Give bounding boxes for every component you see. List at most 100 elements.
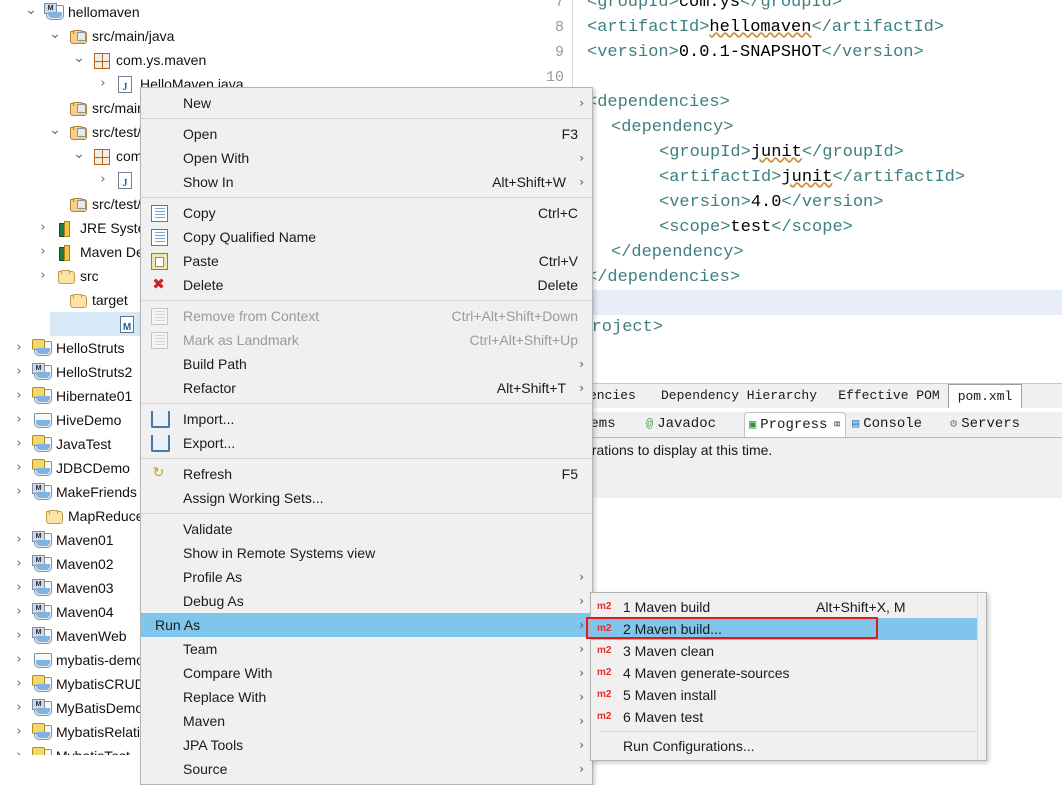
chevron-down-icon[interactable]: ⌄ xyxy=(72,144,86,164)
run-as-item-run-configurations[interactable]: Run Configurations... xyxy=(591,735,986,757)
code-line: <dependencies> xyxy=(587,90,1062,115)
menu-item-replace-with[interactable]: Replace With › xyxy=(169,685,592,709)
chevron-right-icon[interactable]: › xyxy=(12,408,26,432)
chevron-right-icon[interactable]: › xyxy=(12,720,26,744)
view-tab-javadoc[interactable]: @ Javadoc xyxy=(646,412,716,437)
run-as-item-3-maven-clean[interactable]: m2 3 Maven clean xyxy=(591,640,986,662)
form-tab-effective-pom[interactable]: Effective POM xyxy=(830,384,949,407)
chevron-right-icon[interactable]: › xyxy=(12,600,26,624)
package-icon xyxy=(94,53,110,69)
run-as-item-2-maven-build[interactable]: m2 2 Maven build... xyxy=(586,617,986,640)
menu-item-label: Replace With xyxy=(183,689,267,705)
chevron-right-icon[interactable]: › xyxy=(12,552,26,576)
menu-item-run-as[interactable]: Run As › xyxy=(141,613,592,637)
chevron-right-icon[interactable]: › xyxy=(12,456,26,480)
chevron-right-icon[interactable]: › xyxy=(12,696,26,720)
menu-item-export[interactable]: Export... xyxy=(151,431,592,455)
menu-item-delete[interactable]: ✖ Delete Delete xyxy=(152,273,592,297)
chevron-right-icon[interactable]: › xyxy=(12,336,26,360)
chevron-down-icon[interactable]: ⌄ xyxy=(24,0,38,20)
chevron-right-icon[interactable]: › xyxy=(12,432,26,456)
chevron-down-icon[interactable]: ⌄ xyxy=(48,24,62,44)
close-icon[interactable]: ⌧ xyxy=(833,418,840,432)
chevron-right-icon[interactable]: › xyxy=(36,240,50,264)
menu-item-refresh[interactable]: ↻ Refresh F5 xyxy=(153,462,592,486)
menu-item-open-with[interactable]: Open With › xyxy=(169,146,592,170)
project-context-menu[interactable]: New › Open F3 Open With › Show In Alt+Shift+W › C… xyxy=(140,87,593,785)
menu-item-shortcut: Delete xyxy=(537,277,578,293)
run-as-item-6-maven-test[interactable]: m2 6 Maven test xyxy=(591,706,986,728)
refresh-icon: ↻ xyxy=(152,465,165,481)
code-line: </dependency> xyxy=(611,240,1062,265)
menu-item-show-in[interactable]: Show In Alt+Shift+W › xyxy=(169,170,592,194)
chevron-right-icon[interactable]: › xyxy=(12,672,26,696)
menu-item-mark-as-landmark[interactable]: Mark as Landmark Ctrl+Alt+Shift+Up xyxy=(151,328,592,352)
run-as-item-5-maven-install[interactable]: m2 5 Maven install xyxy=(591,684,986,706)
console-icon: ▤ xyxy=(852,417,860,431)
tree-item-label: HelloStruts2 xyxy=(56,364,133,380)
chevron-right-icon[interactable]: › xyxy=(12,480,26,504)
tree-item-label: src/main/java xyxy=(92,28,175,44)
menu-item-label: Validate xyxy=(183,521,233,537)
menu-item-remove-from-context[interactable]: Remove from Context Ctrl+Alt+Shift+Down xyxy=(151,304,592,328)
run-as-submenu[interactable]: m2 1 Maven build Alt+Shift+X, M m2 2 Maven b… xyxy=(586,592,987,761)
code-token: </artifactId> xyxy=(811,18,945,37)
menu-item-compare-with[interactable]: Compare With › xyxy=(169,661,592,685)
code-token: </groupId> xyxy=(801,143,904,162)
run-as-item-1-maven-build[interactable]: m2 1 Maven build Alt+Shift+X, M xyxy=(591,596,986,618)
chevron-right-icon[interactable]: › xyxy=(12,648,26,672)
tree-item[interactable]: ⌄ com.ys.maven xyxy=(0,48,500,72)
menu-item-shortcut: Alt+Shift+W xyxy=(492,174,566,190)
menu-item-team[interactable]: Team › xyxy=(169,637,592,661)
menu-item-debug-as[interactable]: Debug As › xyxy=(169,589,592,613)
view-tab-servers[interactable]: ⚙ Servers xyxy=(950,412,1020,437)
menu-item-label: Refresh xyxy=(183,466,233,482)
menu-item-label: Compare With xyxy=(183,665,273,681)
chevron-right-icon[interactable]: › xyxy=(12,576,26,600)
menu-item-shortcut: Ctrl+Alt+Shift+Up xyxy=(469,332,578,348)
menu-item-refactor[interactable]: Refactor Alt+Shift+T › xyxy=(169,376,592,400)
menu-item-jpa-tools[interactable]: JPA Tools › xyxy=(169,733,592,757)
run-as-item-4-maven-generate-sources[interactable]: m2 4 Maven generate-sources xyxy=(591,662,986,684)
form-tab-dependency-hierarchy[interactable]: Dependency Hierarchy xyxy=(648,384,831,407)
chevron-right-icon[interactable]: › xyxy=(36,216,50,240)
editor-code-area[interactable]: <groupId>com.ys</groupId> <artifactId>hel… xyxy=(573,0,1062,380)
chevron-right-icon: › xyxy=(579,594,584,608)
chevron-right-icon[interactable]: › xyxy=(12,744,26,755)
chevron-right-icon[interactable]: › xyxy=(36,264,50,288)
chevron-right-icon[interactable]: › xyxy=(12,624,26,648)
menu-item-paste[interactable]: Paste Ctrl+V xyxy=(151,249,592,273)
chevron-right-icon[interactable]: › xyxy=(96,168,110,192)
menu-item-source[interactable]: Source › xyxy=(169,757,592,781)
chevron-right-icon[interactable]: › xyxy=(96,72,110,96)
menu-item-profile-as[interactable]: Profile As › xyxy=(169,565,592,589)
view-tab-progress[interactable]: ▣ Progress ⌧ xyxy=(744,412,846,438)
menu-item-assign-working-sets[interactable]: Assign Working Sets... xyxy=(169,486,592,510)
view-tab-console[interactable]: ▤ Console xyxy=(852,412,922,437)
menu-item-maven[interactable]: Maven › xyxy=(169,709,592,733)
java-project-icon xyxy=(32,675,52,692)
tree-item[interactable]: ⌄ Mhellomaven xyxy=(0,0,500,24)
form-tab-pom-xml[interactable]: pom.xml xyxy=(948,384,1022,408)
menu-item-import[interactable]: Import... xyxy=(151,407,592,431)
menu-item-validate[interactable]: Validate xyxy=(169,517,592,541)
menu-item-copy-qualified-name[interactable]: Copy Qualified Name xyxy=(151,225,592,249)
code-line: </project> xyxy=(573,315,1062,340)
menu-item-build-path[interactable]: Build Path › xyxy=(169,352,592,376)
menu-item-open[interactable]: Open F3 xyxy=(169,122,592,146)
menu-item-label: Debug As xyxy=(183,593,244,609)
chevron-right-icon[interactable]: › xyxy=(12,384,26,408)
code-line: <dependency> xyxy=(611,115,1062,140)
chevron-down-icon[interactable]: ⌄ xyxy=(48,120,62,140)
tree-item[interactable]: ⌄ src/main/java xyxy=(0,24,500,48)
menu-item-copy[interactable]: Copy Ctrl+C xyxy=(151,201,592,225)
maven-project-icon: M xyxy=(32,363,52,380)
chevron-right-icon[interactable]: › xyxy=(12,360,26,384)
menu-item-new[interactable]: New › xyxy=(169,91,592,115)
tree-item-label: src xyxy=(80,268,99,284)
chevron-down-icon[interactable]: ⌄ xyxy=(72,48,86,68)
menu-item-show-in-remote-systems-view[interactable]: Show in Remote Systems view xyxy=(169,541,592,565)
java-badge xyxy=(32,723,45,734)
chevron-right-icon[interactable]: › xyxy=(12,528,26,552)
menu-item-label: Copy xyxy=(183,205,216,221)
